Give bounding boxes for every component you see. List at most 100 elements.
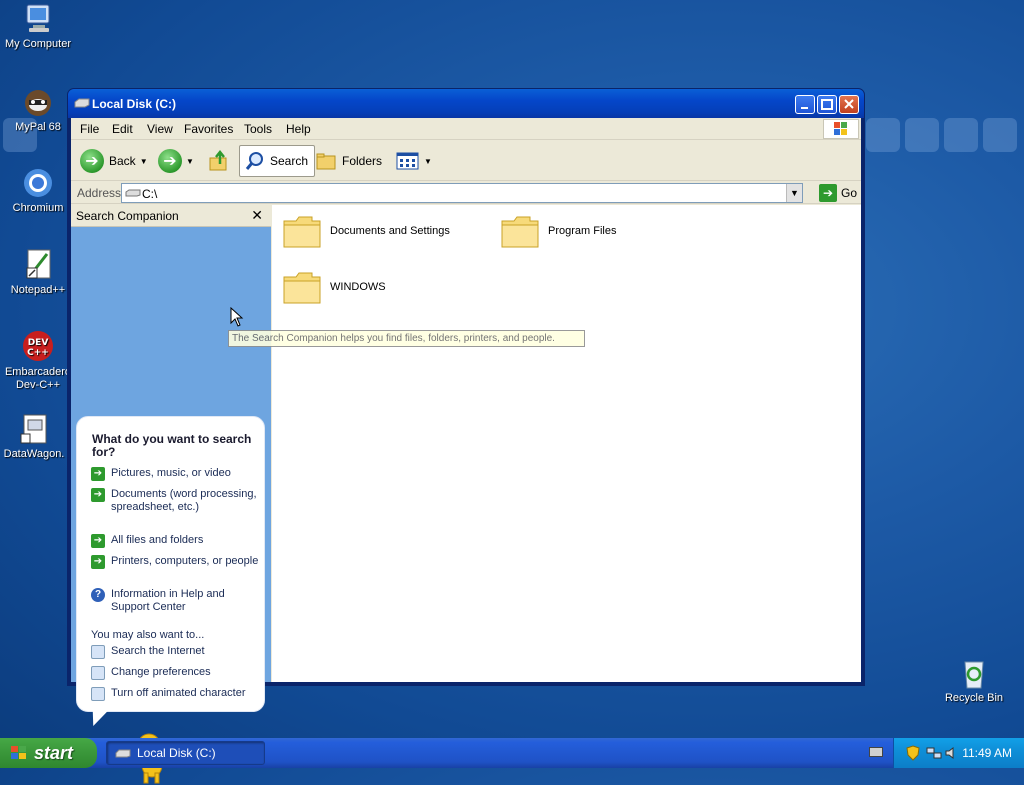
devcpp-icon: DEV C++ [21, 330, 55, 364]
green-arrow-icon: ➔ [91, 534, 105, 548]
chevron-down-icon[interactable]: ▼ [424, 157, 432, 166]
search-option-documents[interactable]: ➔ Documents (word processing, spreadshee… [91, 488, 259, 514]
folder-view: Documents and Settings Program Files WIN… [272, 205, 861, 682]
search-option-help[interactable]: ? Information in Help and Support Center [91, 588, 259, 614]
network-icon[interactable] [926, 746, 942, 760]
search-option-all-files[interactable]: ➔ All files and folders [91, 534, 259, 548]
preferences-icon [91, 666, 105, 680]
speaker-icon[interactable] [945, 747, 959, 759]
folder-label: Program Files [548, 225, 617, 237]
address-value: C:\ [142, 187, 158, 201]
menu-view[interactable]: View [147, 122, 173, 136]
folder-icon [501, 216, 539, 248]
menu-help[interactable]: Help [286, 122, 311, 136]
search-companion-bubble: What do you want to search for? ➔ Pictur… [76, 416, 265, 712]
search-companion-header: Search Companion ✕ [71, 205, 271, 227]
address-bar: Address C:\ ▼ ➔ Go [71, 182, 861, 204]
search-internet-option[interactable]: Search the Internet [91, 645, 259, 659]
search-question: What do you want to search for? [92, 432, 252, 459]
keyboard-icon[interactable] [869, 747, 883, 757]
start-label: start [34, 742, 74, 763]
desktop-decoration [983, 118, 1017, 152]
menu-file[interactable]: File [80, 122, 99, 136]
help-icon: ? [91, 588, 105, 602]
character-icon [91, 687, 105, 701]
go-button[interactable]: ➔ Go [818, 183, 857, 203]
close-icon[interactable]: ✕ [251, 207, 263, 224]
address-input[interactable]: C:\ ▼ [121, 183, 803, 203]
views-icon [396, 152, 419, 170]
option-label: Pictures, music, or video [111, 467, 231, 479]
datawagon-icon [17, 412, 51, 446]
desktop-decoration [905, 118, 939, 152]
folders-icon [316, 153, 336, 170]
clock[interactable]: 11:49 AM [962, 746, 1012, 760]
address-dropdown[interactable]: ▼ [786, 184, 802, 202]
chevron-down-icon[interactable]: ▼ [140, 157, 148, 166]
drive-icon [74, 98, 90, 108]
title-bar[interactable]: Local Disk (C:) [68, 89, 864, 118]
chromium-icon [21, 166, 55, 200]
address-label: Address [77, 186, 122, 200]
windows-flag-icon [834, 122, 847, 135]
svg-text:C++: C++ [27, 348, 49, 358]
also-want-label: You may also want to... [91, 629, 205, 641]
windows-flag-icon [11, 746, 26, 759]
folders-button[interactable]: Folders [315, 145, 382, 177]
forward-arrow-icon: ➔ [158, 149, 182, 173]
desktop-icon-datawagon[interactable]: DataWagon. [0, 412, 74, 461]
minimize-button[interactable] [795, 95, 815, 114]
desktop-icon-label: DataWagon. [3, 448, 65, 460]
window-title: Local Disk (C:) [92, 97, 177, 111]
turn-off-character-option[interactable]: Turn off animated character [91, 687, 259, 701]
search-companion-tooltip: The Search Companion helps you find file… [228, 330, 585, 347]
minimize-icon [801, 107, 808, 109]
chevron-down-icon[interactable]: ▼ [186, 157, 194, 166]
system-tray: 11:49 AM [893, 738, 1024, 768]
maximize-button[interactable] [817, 95, 837, 114]
option-label: Turn off animated character [111, 687, 246, 699]
search-option-pictures[interactable]: ➔ Pictures, music, or video [91, 467, 259, 481]
desktop-icon-recycle-bin[interactable]: Recycle Bin [934, 656, 1014, 705]
menu-edit[interactable]: Edit [112, 122, 133, 136]
start-button[interactable]: start [0, 738, 97, 768]
folders-label: Folders [342, 154, 383, 168]
folder-icon [283, 272, 321, 304]
search-icon [245, 152, 263, 170]
search-button[interactable]: Search [239, 145, 316, 177]
forward-button[interactable]: ➔ ▼ [158, 145, 194, 177]
search-companion-pane: Search Companion ✕ What do you want to s… [71, 205, 271, 784]
desktop-decoration [866, 118, 900, 152]
search-option-printers[interactable]: ➔ Printers, computers, or people [91, 555, 259, 569]
explorer-window: Local Disk (C:) File Edit View Favorites… [67, 88, 865, 784]
drive-icon [125, 189, 141, 197]
close-icon [844, 99, 854, 109]
go-arrow-icon: ➔ [818, 184, 837, 202]
svg-text:DEV: DEV [28, 338, 49, 348]
views-button[interactable]: ▼ [396, 145, 432, 177]
menu-favorites[interactable]: Favorites [184, 122, 233, 136]
search-companion-title: Search Companion [76, 209, 179, 223]
close-button[interactable] [839, 95, 859, 114]
change-preferences-option[interactable]: Change preferences [91, 666, 259, 680]
computer-icon [21, 2, 55, 36]
security-shield-icon[interactable] [906, 745, 920, 761]
taskbar-window-button[interactable]: Local Disk (C:) [106, 741, 265, 765]
folder-label: Documents and Settings [330, 225, 450, 237]
mypal-icon [21, 85, 55, 119]
folder-item[interactable]: Program Files [500, 213, 616, 249]
option-label: All files and folders [111, 534, 204, 546]
bubble-tail [85, 710, 109, 726]
up-folder-button[interactable] [208, 145, 230, 177]
desktop-icon-my-computer[interactable]: My Computer [0, 2, 78, 51]
option-label: Documents (word processing, spreadsheet,… [111, 488, 257, 513]
search-label: Search [270, 154, 309, 168]
folder-item[interactable]: Documents and Settings [282, 213, 450, 249]
back-button[interactable]: ➔ Back ▼ [80, 145, 148, 177]
window-client: File Edit View Favorites Tools Help ➔ Ba… [71, 118, 861, 784]
toolbar: ➔ Back ▼ ➔ ▼ Search Folders ▼ [71, 141, 861, 181]
folder-item[interactable]: WINDOWS [282, 269, 386, 305]
taskbar-window-label: Local Disk (C:) [137, 746, 216, 760]
menu-tools[interactable]: Tools [244, 122, 272, 136]
option-label: Change preferences [111, 666, 211, 678]
